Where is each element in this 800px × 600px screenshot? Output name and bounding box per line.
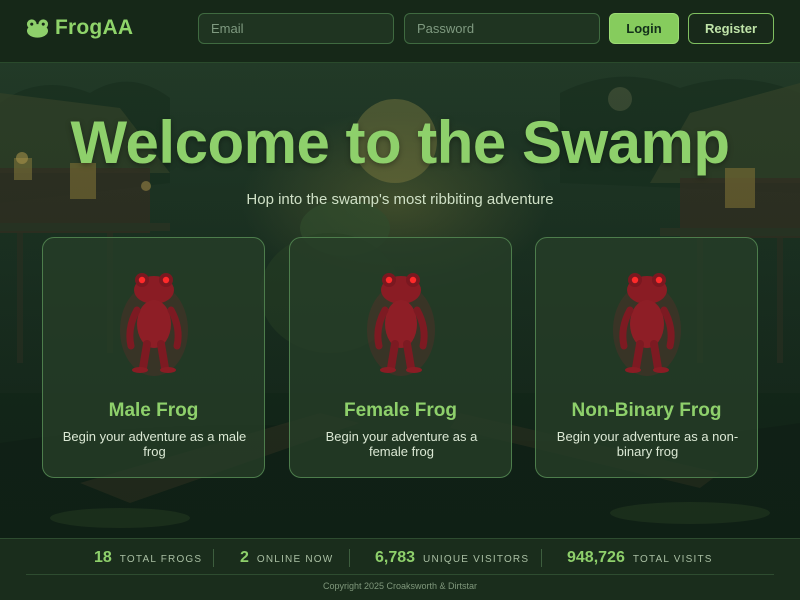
- stat-value: 18: [94, 549, 112, 566]
- stat-total-frogs: 18 TOTAL FROGS: [94, 549, 202, 567]
- card-title: Male Frog: [108, 400, 199, 421]
- stat-total-visits: 948,726 TOTAL VISITS: [567, 549, 713, 567]
- stat-value: 6,783: [375, 549, 416, 566]
- red-frog-figure: [356, 260, 446, 380]
- stat-divider: [541, 549, 542, 567]
- card-description: Begin your adventure as a male frog: [62, 429, 247, 459]
- stat-divider: [213, 549, 214, 567]
- stat-value: 2: [240, 549, 249, 566]
- red-frog-figure-image: [119, 273, 188, 376]
- login-button[interactable]: Login: [609, 13, 679, 44]
- stat-label: TOTAL FROGS: [119, 554, 203, 565]
- red-frog-figure-image: [366, 273, 435, 376]
- red-frog-figure: [602, 260, 692, 380]
- stat-value: 948,726: [567, 549, 625, 566]
- top-navigation-bar: FrogAA Login Register: [0, 0, 800, 63]
- register-button[interactable]: Register: [688, 13, 774, 44]
- character-card-non-binary[interactable]: Non-Binary Frog Begin your adventure as …: [535, 237, 758, 478]
- card-description: Begin your adventure as a female frog: [325, 429, 478, 459]
- red-frog-figure: [109, 260, 199, 380]
- stat-label: ONLINE NOW: [256, 554, 334, 565]
- password-input[interactable]: [404, 13, 600, 44]
- card-description: Begin your adventure as a non-binary fro…: [556, 429, 739, 459]
- copyright-text: Copyright 2025 Croaksworth & Dirtstar: [322, 581, 478, 591]
- stat-label: TOTAL VISITS: [632, 554, 713, 565]
- brand-name: FrogAA: [55, 16, 134, 39]
- red-frog-figure-image: [612, 273, 681, 376]
- stat-unique-visitors: 6,783 UNIQUE VISITORS: [375, 549, 529, 567]
- brand[interactable]: FrogAA: [26, 16, 133, 40]
- frog-face-icon: [26, 19, 49, 38]
- stat-divider: [349, 549, 350, 567]
- hero-subtitle: Hop into the swamp's most ribbiting adve…: [246, 191, 554, 208]
- stat-online-now: 2 ONLINE NOW: [240, 549, 333, 567]
- email-input[interactable]: [198, 13, 394, 44]
- card-title: Female Frog: [344, 400, 457, 421]
- card-title: Non-Binary Frog: [571, 400, 722, 421]
- stats-footer: 18 TOTAL FROGS 2 ONLINE NOW 6,783 UNIQUE…: [0, 538, 800, 600]
- character-card-male[interactable]: Male Frog Begin your adventure as a male…: [42, 237, 265, 478]
- stat-label: UNIQUE VISITORS: [423, 554, 530, 565]
- hero-title: Welcome to the Swamp: [70, 109, 730, 176]
- character-card-female[interactable]: Female Frog Begin your adventure as a fe…: [289, 237, 512, 478]
- site-stats: 18 TOTAL FROGS 2 ONLINE NOW 6,783 UNIQUE…: [26, 539, 774, 575]
